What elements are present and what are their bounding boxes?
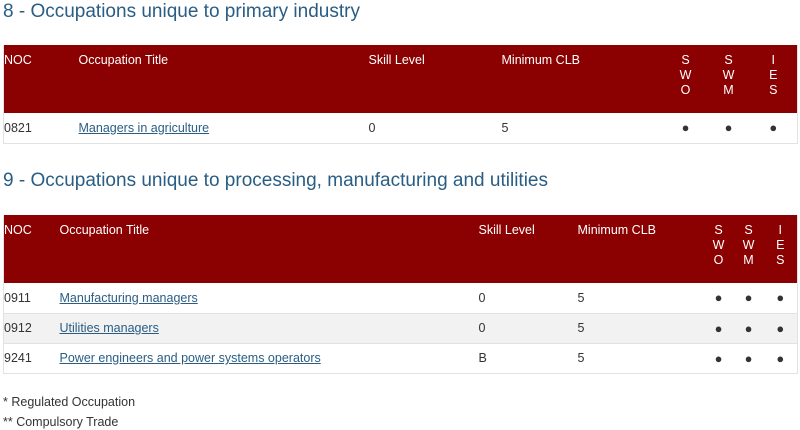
- header-occupation-title: Occupation Title: [78, 45, 369, 113]
- swo-bullet: ●: [703, 343, 734, 374]
- header-ies-letter: S: [776, 253, 785, 267]
- skill-level: 0: [478, 283, 578, 314]
- header-swo: S W O: [663, 45, 708, 113]
- swm-bullet: ●: [733, 283, 764, 314]
- noc-code: 0912: [3, 313, 60, 344]
- ies-bullet: ●: [763, 343, 798, 374]
- occupation-link[interactable]: Utilities managers: [60, 321, 159, 335]
- header-ies-letter: S: [769, 83, 778, 97]
- table-row: 0911 Manufacturing managers 0 5 ● ● ●: [3, 283, 798, 314]
- occupation-table-primary-industry: NOC Occupation Title Skill Level Minimum…: [3, 45, 798, 144]
- swm-bullet: ●: [707, 113, 750, 144]
- header-swo-letter: S: [681, 53, 690, 67]
- occupation-title-cell: Manufacturing managers: [59, 283, 479, 314]
- footnote-regulated-occupation: * Regulated Occupation: [3, 395, 136, 409]
- occupation-table-processing-manufacturing: NOC Occupation Title Skill Level Minimum…: [3, 215, 798, 374]
- swm-bullet: ●: [733, 313, 764, 344]
- header-swm-letter: M: [723, 83, 734, 97]
- table-header-row: NOC Occupation Title Skill Level Minimum…: [3, 45, 798, 113]
- header-ies-letter: E: [769, 68, 778, 82]
- occupation-title-cell: Utilities managers: [59, 313, 479, 344]
- skill-level: B: [478, 343, 578, 374]
- skill-level: 0: [368, 113, 502, 144]
- occupation-link[interactable]: Power engineers and power systems operat…: [60, 351, 321, 365]
- header-swm-letter: S: [744, 223, 753, 237]
- header-minimum-clb: Minimum CLB: [501, 45, 664, 113]
- header-swm: S W M: [707, 45, 750, 113]
- swo-bullet: ●: [703, 313, 734, 344]
- footnote-compulsory-trade: ** Compulsory Trade: [3, 415, 119, 429]
- table-header-row: NOC Occupation Title Skill Level Minimum…: [3, 215, 798, 283]
- header-swo-letter: S: [714, 223, 723, 237]
- header-ies-letter: I: [771, 53, 775, 67]
- header-swo: S W O: [703, 215, 734, 283]
- header-swm-letter: W: [742, 238, 755, 252]
- header-occupation-title: Occupation Title: [59, 215, 479, 283]
- header-minimum-clb: Minimum CLB: [577, 215, 704, 283]
- header-swm-letter: W: [722, 68, 735, 82]
- ies-bullet: ●: [749, 113, 798, 144]
- table-row: 9241 Power engineers and power systems o…: [3, 343, 798, 374]
- table-row: 0821 Managers in agriculture 0 5 ● ● ●: [3, 113, 798, 144]
- occupation-link[interactable]: Managers in agriculture: [79, 121, 210, 135]
- occupation-link[interactable]: Manufacturing managers: [60, 291, 198, 305]
- header-ies: I E S: [763, 215, 798, 283]
- header-swm-letter: M: [743, 253, 754, 267]
- minimum-clb: 5: [501, 113, 664, 144]
- ies-bullet: ●: [763, 313, 798, 344]
- header-noc: NOC: [3, 215, 60, 283]
- header-ies-letter: I: [778, 223, 782, 237]
- header-noc: NOC: [3, 45, 79, 113]
- swm-bullet: ●: [733, 343, 764, 374]
- skill-level: 0: [478, 313, 578, 344]
- minimum-clb: 5: [577, 343, 704, 374]
- minimum-clb: 5: [577, 313, 704, 344]
- swo-bullet: ●: [703, 283, 734, 314]
- ies-bullet: ●: [763, 283, 798, 314]
- header-swo-letter: O: [680, 83, 691, 97]
- swo-bullet: ●: [663, 113, 708, 144]
- header-ies-letter: E: [776, 238, 785, 252]
- occupation-title-cell: Managers in agriculture: [78, 113, 369, 144]
- header-swo-letter: O: [713, 253, 724, 267]
- header-swo-letter: W: [679, 68, 692, 82]
- header-swm: S W M: [733, 215, 764, 283]
- header-swo-letter: W: [712, 238, 725, 252]
- noc-code: 0821: [3, 113, 79, 144]
- header-skill-level: Skill Level: [478, 215, 578, 283]
- noc-code: 0911: [3, 283, 60, 314]
- section-heading-primary-industry: 8 - Occupations unique to primary indust…: [3, 1, 360, 22]
- table-row: 0912 Utilities managers 0 5 ● ● ●: [3, 313, 798, 344]
- section-heading-processing-manufacturing: 9 - Occupations unique to processing, ma…: [3, 170, 548, 191]
- occupation-title-cell: Power engineers and power systems operat…: [59, 343, 479, 374]
- header-swm-letter: S: [724, 53, 733, 67]
- noc-code: 9241: [3, 343, 60, 374]
- header-skill-level: Skill Level: [368, 45, 502, 113]
- minimum-clb: 5: [577, 283, 704, 314]
- header-ies: I E S: [749, 45, 798, 113]
